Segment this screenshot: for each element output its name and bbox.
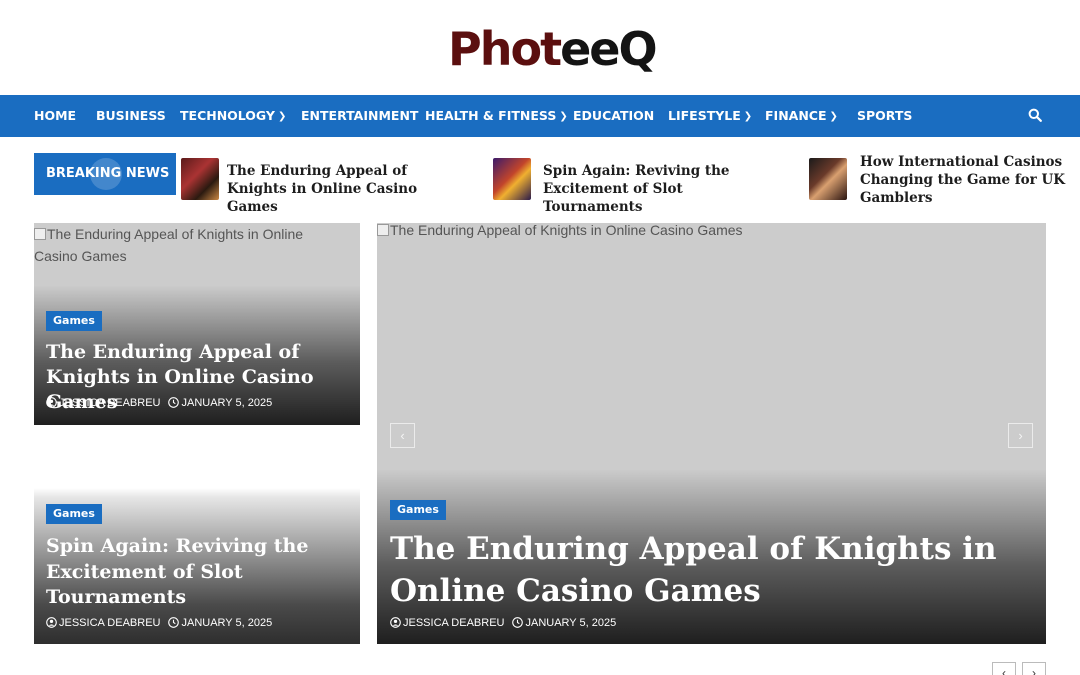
nav-label: ENTERTAINMENT — [301, 108, 419, 123]
broken-image-alt: The Enduring Appeal of Knights in Online… — [377, 223, 977, 241]
ticker-thumbnail[interactable] — [809, 158, 847, 200]
chevron-down-icon: ❯ — [559, 111, 568, 122]
post-card-bottom-left[interactable]: Games Spin Again: Reviving the Excitemen… — [34, 488, 360, 644]
slider-next-button[interactable]: › — [1008, 423, 1033, 448]
author-icon — [46, 617, 57, 628]
slider-prev-button[interactable]: ‹ — [390, 423, 415, 448]
pager-prev-button[interactable]: ‹ — [992, 662, 1016, 675]
author-name[interactable]: JESSICA DEABREU — [403, 617, 504, 629]
post-date[interactable]: JANUARY 5, 2025 — [181, 617, 272, 629]
author-name[interactable]: JESSICA DEABREU — [59, 397, 160, 409]
nav-label: HEALTH & FITNESS — [425, 108, 557, 123]
logo-text-part2: eeQ — [560, 22, 658, 76]
chevron-down-icon: ❯ — [829, 111, 838, 122]
ticker-item-title[interactable]: Spin Again: Reviving the Excitement of S… — [543, 162, 783, 216]
main-nav: HOME BUSINESS TECHNOLOGY ❯ ENTERTAINMENT … — [0, 95, 1080, 137]
broken-image-alt: The Enduring Appeal of Knights in Online… — [34, 223, 344, 267]
category-badge[interactable]: Games — [46, 311, 102, 331]
nav-item-sports[interactable]: SPORTS — [857, 95, 912, 137]
clock-icon — [512, 617, 524, 628]
breaking-news-label: BREAKING NEWS — [34, 153, 176, 195]
broken-image-icon — [34, 228, 46, 240]
clock-icon — [168, 617, 180, 628]
nav-label: BUSINESS — [96, 108, 166, 123]
nav-item-business[interactable]: BUSINESS — [96, 95, 166, 137]
chevron-down-icon: ❯ — [743, 111, 753, 122]
ticker-item-title[interactable]: The Enduring Appeal of Knights in Online… — [227, 162, 467, 216]
nav-label: FINANCE — [765, 108, 827, 123]
card-title[interactable]: Spin Again: Reviving the Excitement of S… — [46, 534, 346, 611]
nav-label: HOME — [34, 108, 77, 123]
nav-item-education[interactable]: EDUCATION — [573, 95, 654, 137]
featured-slider[interactable]: The Enduring Appeal of Knights in Online… — [377, 223, 1046, 644]
nav-item-technology[interactable]: TECHNOLOGY ❯ — [180, 95, 286, 137]
post-card-top-left[interactable]: The Enduring Appeal of Knights in Online… — [34, 223, 360, 425]
site-header: PhoteeQ — [0, 0, 1080, 95]
author-name[interactable]: JESSICA DEABREU — [59, 617, 160, 629]
chevron-down-icon: ❯ — [277, 111, 287, 122]
image-alt-text: The Enduring Appeal of Knights in Online… — [390, 223, 743, 238]
nav-item-lifestyle[interactable]: LIFESTYLE ❯ — [668, 95, 752, 137]
ticker-thumbnail[interactable] — [181, 158, 219, 200]
card-meta: JESSICA DEABREU JANUARY 5, 2025 — [46, 617, 272, 629]
nav-item-entertainment[interactable]: ENTERTAINMENT — [301, 95, 418, 137]
nav-label: EDUCATION — [573, 108, 655, 123]
clock-icon — [168, 397, 180, 408]
post-date[interactable]: JANUARY 5, 2025 — [525, 617, 616, 629]
broken-image-icon — [377, 224, 389, 236]
author-icon — [390, 617, 401, 628]
post-date[interactable]: JANUARY 5, 2025 — [181, 397, 272, 409]
nav-item-home[interactable]: HOME — [34, 95, 76, 137]
logo-text-part1: Phot — [448, 22, 562, 76]
site-logo[interactable]: PhoteeQ — [448, 22, 658, 76]
category-badge[interactable]: Games — [46, 504, 102, 524]
nav-item-health-fitness[interactable]: HEALTH & FITNESS ❯ — [425, 95, 568, 137]
nav-label: SPORTS — [857, 108, 913, 123]
image-alt-text: The Enduring Appeal of Knights in Online… — [34, 226, 304, 264]
ticker-item-title[interactable]: How International Casinos Changing the G… — [860, 153, 1080, 207]
ticker-thumbnail[interactable] — [493, 158, 531, 200]
nav-label: TECHNOLOGY — [180, 108, 275, 123]
nav-label: LIFESTYLE — [668, 108, 741, 123]
featured-title[interactable]: The Enduring Appeal of Knights in Online… — [390, 528, 1040, 612]
card-meta: JESSICA DEABREU JANUARY 5, 2025 — [390, 617, 616, 629]
card-meta: JESSICA DEABREU JANUARY 5, 2025 — [46, 397, 272, 409]
category-badge[interactable]: Games — [390, 500, 446, 520]
search-icon[interactable] — [1028, 108, 1044, 124]
pager-next-button[interactable]: › — [1022, 662, 1046, 675]
nav-item-finance[interactable]: FINANCE ❯ — [765, 95, 838, 137]
author-icon — [46, 397, 57, 408]
pulse-dot — [90, 158, 122, 190]
